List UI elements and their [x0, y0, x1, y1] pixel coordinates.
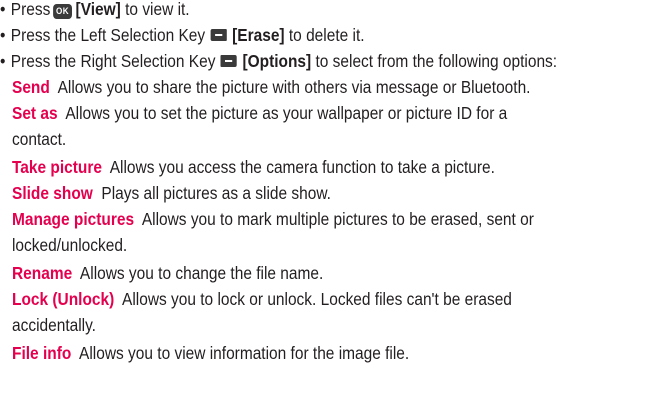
options-key-label: [Options]	[242, 51, 312, 71]
option-term: Set as	[12, 103, 58, 123]
ok-key-icon: OK	[53, 4, 72, 19]
option-term: Take picture	[12, 157, 102, 177]
option-continuation: locked/unlocked.	[12, 234, 127, 256]
option-description: Allows you to set the picture as your wa…	[65, 103, 508, 123]
option-description: Allows you to mark multiple pictures to …	[141, 209, 534, 229]
option-slide-show: Slide show Plays all pictures as a slide…	[12, 182, 331, 204]
option-term: Lock (Unlock)	[12, 289, 115, 309]
bullet-erase: • Press the Left Selection Key [Erase] to …	[0, 24, 365, 46]
bullet-marker: •	[0, 25, 6, 45]
erase-key-label: [Erase]	[232, 25, 285, 45]
bullet-text: to select from the following options:	[315, 51, 558, 71]
bullet-text: Press the Right Selection Key	[10, 51, 216, 71]
option-description: Allows you to view information for the i…	[79, 343, 410, 363]
option-description-cont: accidentally.	[12, 315, 96, 335]
option-description: Allows you to lock or unlock. Locked fil…	[122, 289, 512, 309]
option-term: Rename	[12, 263, 73, 283]
option-continuation: accidentally.	[12, 314, 96, 336]
bullet-text: Press the Left Selection Key	[10, 25, 206, 45]
option-term: Manage pictures	[12, 209, 135, 229]
option-continuation: contact.	[12, 128, 66, 150]
option-send: Send Allows you to share the picture wit…	[12, 76, 530, 98]
option-manage-pictures: Manage pictures Allows you to mark multi…	[12, 208, 534, 230]
option-file-info: File info Allows you to view information…	[12, 342, 409, 364]
option-description: Allows you access the camera function to…	[109, 157, 495, 177]
manual-page: • Press OK [View] to view it. • Press the Le…	[0, 0, 652, 397]
option-set-as: Set as Allows you to set the picture as …	[12, 102, 507, 124]
option-lock-unlock: Lock (Unlock) Allows you to lock or unlo…	[12, 288, 512, 310]
option-description: Plays all pictures as a slide show.	[101, 183, 331, 203]
option-description-cont: contact.	[12, 129, 67, 149]
bullet-marker: •	[0, 51, 6, 71]
option-description-cont: locked/unlocked.	[12, 235, 128, 255]
left-selection-key-icon	[210, 28, 228, 42]
bullet-view: • Press OK [View] to view it.	[0, 0, 190, 20]
bullet-text: to delete it.	[288, 25, 365, 45]
option-rename: Rename Allows you to change the file nam…	[12, 262, 323, 284]
bullet-text: Press	[10, 0, 51, 19]
option-term: File info	[12, 343, 72, 363]
view-key-label: [View]	[75, 0, 121, 19]
bullet-options: • Press the Right Selection Key [Options] …	[0, 50, 557, 72]
bullet-marker: •	[0, 0, 6, 19]
option-term: Send	[12, 77, 50, 97]
right-selection-key-icon	[220, 54, 238, 68]
option-term: Slide show	[12, 183, 93, 203]
bullet-text: to view it.	[125, 0, 190, 19]
option-description: Allows you to change the file name.	[79, 263, 324, 283]
option-description: Allows you to share the picture with oth…	[57, 77, 531, 97]
option-take-picture: Take picture Allows you access the camer…	[12, 156, 495, 178]
